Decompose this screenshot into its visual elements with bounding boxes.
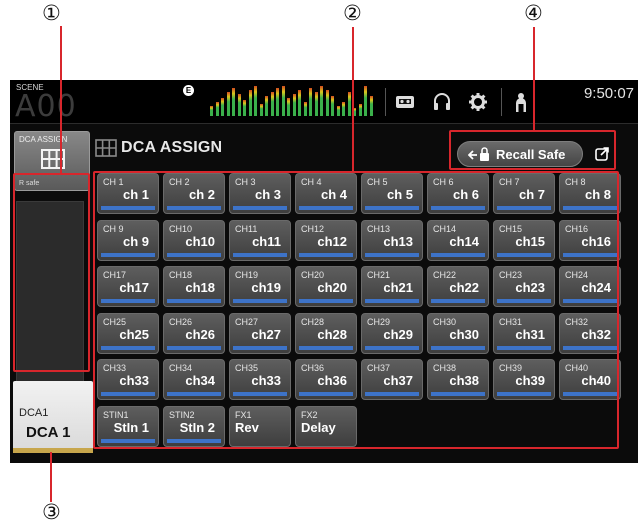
callout-2-box xyxy=(93,171,619,449)
callout-4-box xyxy=(449,130,616,170)
meter-segment xyxy=(270,92,274,116)
meter-segment xyxy=(243,100,246,116)
meter-segment xyxy=(281,86,285,116)
meter-segment xyxy=(369,96,373,116)
grid-icon xyxy=(95,139,117,157)
meter-segment xyxy=(254,86,257,116)
dca-selector[interactable]: DCA1 DCA 1 xyxy=(13,381,93,453)
edit-indicator-icon: E xyxy=(183,85,194,96)
meter-segment xyxy=(364,86,367,116)
meter-segment xyxy=(331,96,334,116)
meter-segment xyxy=(303,102,307,116)
meter-segment xyxy=(287,98,290,116)
meter-segment xyxy=(347,92,351,116)
callout-2: ② xyxy=(343,1,362,25)
meter-segment xyxy=(336,106,340,116)
scene-number[interactable]: A00 xyxy=(15,89,77,124)
clock: 9:50:07 xyxy=(583,85,634,102)
meter-segment xyxy=(320,86,323,116)
divider xyxy=(385,88,386,116)
status-bar: SCENE A00 E 9:50:07 xyxy=(10,80,638,124)
headphones-icon[interactable] xyxy=(428,88,456,116)
page-header: DCA ASSIGN xyxy=(95,137,222,159)
user-icon[interactable] xyxy=(507,88,535,116)
manual-figure: ① ② ④ ③ SCENE A00 E 9:50:07 DCA ASSIGN R… xyxy=(0,0,639,528)
meter-segment xyxy=(276,88,279,116)
recorder-icon[interactable] xyxy=(391,88,419,116)
meter-segment xyxy=(215,102,219,116)
meter-segment xyxy=(298,90,301,116)
dca-color-bar xyxy=(13,448,93,453)
settings-gear-icon[interactable] xyxy=(464,88,492,116)
callout-2-line xyxy=(352,27,354,172)
callout-3-line xyxy=(50,452,52,502)
meter-segment xyxy=(309,88,312,116)
meter-segment xyxy=(342,102,345,116)
divider xyxy=(501,88,502,116)
page-title: DCA ASSIGN xyxy=(121,139,223,156)
meter-segment xyxy=(210,106,213,116)
meter-segment xyxy=(358,104,362,116)
callout-1-line xyxy=(60,26,62,174)
callout-4: ④ xyxy=(524,1,543,25)
callout-1-box xyxy=(13,173,90,372)
callout-3: ③ xyxy=(42,500,61,524)
meter-segment xyxy=(325,90,329,116)
meter-segment xyxy=(314,92,318,116)
meter-segment xyxy=(237,94,241,116)
callout-4-line xyxy=(533,27,535,131)
meter-segment xyxy=(248,90,252,116)
dca-selector-name: DCA1 xyxy=(19,407,49,419)
dca-selector-value: DCA 1 xyxy=(26,424,71,441)
meter-segment xyxy=(265,96,268,116)
meter-segment xyxy=(232,88,235,116)
meter-segment xyxy=(226,92,230,116)
meter-segment xyxy=(259,104,263,116)
callout-1: ① xyxy=(42,1,61,25)
meter-segment xyxy=(292,94,296,116)
meter-segment xyxy=(221,98,224,116)
